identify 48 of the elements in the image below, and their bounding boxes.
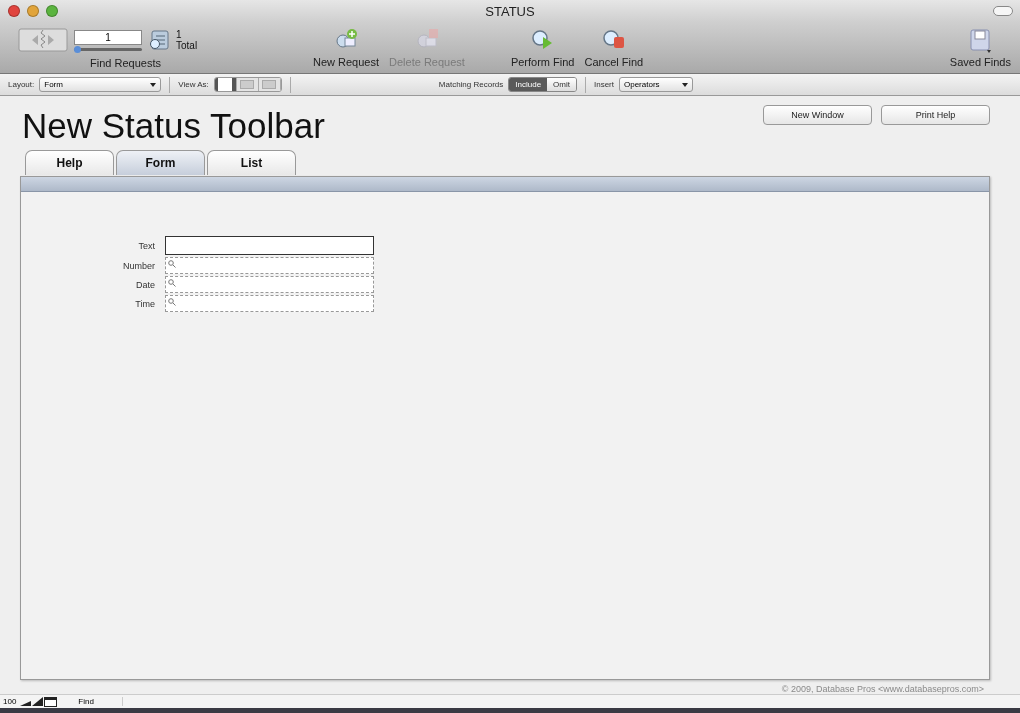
field-label: Number — [122, 260, 155, 271]
zoom-in-icon[interactable] — [32, 697, 44, 706]
input-field[interactable] — [165, 257, 374, 274]
toolbar-button[interactable]: Perform Find — [507, 28, 578, 68]
zoom-button[interactable] — [46, 5, 58, 17]
minimize-button[interactable] — [27, 5, 39, 17]
book-navigation-icon[interactable] — [18, 28, 68, 52]
operators-dropdown[interactable]: Operators — [619, 77, 693, 92]
toolbar-button[interactable]: New Request — [310, 28, 383, 68]
layout-label: Layout: — [8, 80, 35, 89]
toolbar-button[interactable]: Saved Finds — [946, 28, 1014, 68]
toolbar-toggle-button[interactable] — [993, 6, 1013, 16]
close-button[interactable] — [8, 5, 20, 17]
window-icon[interactable] — [44, 696, 58, 707]
group-label: Find Requests — [90, 57, 161, 69]
segment-button[interactable]: Omit — [547, 78, 576, 91]
search-icon — [168, 279, 176, 287]
input-field[interactable] — [165, 295, 374, 312]
page-heading: New Status Toolbar — [22, 106, 325, 146]
field-label: Time — [134, 298, 155, 309]
toolbar-button[interactable]: Cancel Find — [581, 28, 647, 68]
tab[interactable]: Help — [25, 150, 114, 175]
tab[interactable]: List — [207, 150, 296, 175]
field-label: Text — [137, 240, 155, 251]
search-icon — [168, 260, 176, 268]
zoom-level: 100 — [3, 697, 17, 706]
window-title: STATUS — [484, 3, 536, 19]
view-as-label: View As: — [178, 80, 209, 89]
mode-label: Find — [68, 697, 124, 706]
input-field[interactable] — [165, 276, 374, 293]
insert-label: Insert — [593, 80, 614, 89]
tab[interactable]: Form — [116, 150, 205, 175]
view-button[interactable] — [214, 78, 237, 91]
search-icon — [168, 298, 176, 306]
page-button[interactable]: Print Help — [881, 105, 990, 125]
segment-button[interactable]: Include — [509, 78, 548, 91]
copyright-text: © 2009, Database Pros <www.databasepros.com> — [781, 684, 984, 694]
total-label: Total — [176, 40, 198, 51]
field-label: Date — [135, 279, 155, 290]
slider-thumb[interactable] — [74, 45, 81, 53]
total-count: 1 — [176, 29, 183, 40]
record-number-field[interactable]: 1 — [74, 29, 142, 45]
list-search-icon — [148, 29, 170, 51]
layout-dropdown[interactable]: Form — [39, 77, 162, 92]
matching-records-label: Matching Records — [438, 80, 504, 89]
input-field[interactable] — [165, 236, 374, 255]
page-button[interactable]: New Window — [763, 105, 872, 125]
disk-icon — [967, 28, 994, 54]
